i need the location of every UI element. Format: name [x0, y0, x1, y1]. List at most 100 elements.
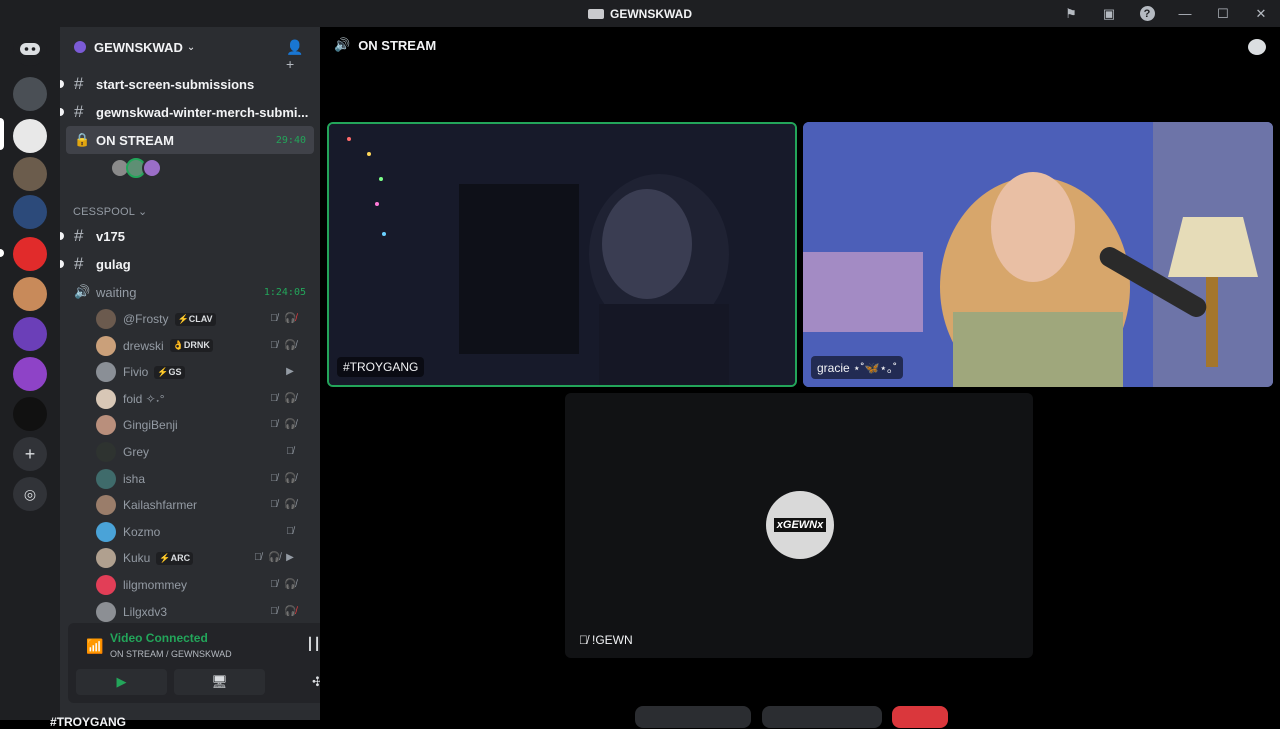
voice-user[interactable]: drewski 👌DRNK 🎙̸ 🎧̸ [96, 333, 310, 359]
avatar [96, 521, 116, 542]
window-title-text: GEWNSKWAD [610, 6, 692, 21]
camera-control[interactable] [635, 706, 751, 728]
voice-user-name: Kuku [123, 551, 151, 566]
channel-v175[interactable]: # v175 [60, 222, 314, 250]
avatar [96, 388, 116, 409]
category-cesspool[interactable]: CESSPOOL ⌄ [73, 205, 147, 218]
server-icon-4[interactable] [13, 195, 47, 229]
camera-button[interactable]: ▶ [76, 669, 167, 695]
guild-tag-badge: ⚡CLAV [174, 312, 216, 326]
avatar: xGEWNx [766, 491, 834, 559]
channel-waiting[interactable]: 🔊 waiting 1:24:05 [66, 278, 314, 306]
guild-logo-icon [588, 8, 604, 19]
deafen-icon: 🎧̸ [284, 339, 297, 351]
guild-header[interactable]: GEWNSKWAD ⌄ 👤+ [60, 27, 320, 72]
channel-on-stream[interactable]: 🔒 ON STREAM 29:40 [66, 126, 314, 154]
voice-user[interactable]: GingiBenji 🎙̸ 🎧̸ [96, 412, 310, 438]
voice-user[interactable]: isha 🎙̸ 🎧̸ [96, 466, 310, 492]
mic-off-icon: 🎙̸ [270, 605, 278, 617]
video-tile-gewn[interactable]: xGEWNx 🎙̸ !GEWN [565, 393, 1033, 658]
invite-icon[interactable]: 👤+ [286, 39, 303, 72]
voice-user-name: Fivio [123, 365, 149, 380]
video-icon: ▶ [286, 552, 294, 564]
mic-off-icon: 🎙̸ [270, 313, 278, 324]
channel-label: ON STREAM [96, 132, 174, 148]
voice-user[interactable]: foid ✧˖° 🎙̸ 🎧̸ [96, 386, 310, 412]
voice-user[interactable]: Kuku ⚡ARC 🎙̸ 🎧̸ ▶ [96, 545, 310, 571]
channel-sidebar: GEWNSKWAD ⌄ 👤+ # start-screen-submission… [50, 27, 372, 729]
voice-user-name: @Frosty [123, 312, 169, 326]
voice-user[interactable]: Kailashfarmer 🎙̸ 🎧̸ [96, 492, 310, 518]
user-name[interactable]: #TROYGANG [50, 715, 126, 729]
inbox-icon[interactable]: ▣ [1090, 0, 1128, 27]
voice-user-name: isha [123, 471, 146, 486]
avatar [96, 548, 116, 569]
unread-indicator [60, 260, 64, 268]
server-icon-mushroom[interactable] [13, 237, 47, 271]
mic-off-icon: 🎙̸ [270, 499, 278, 511]
voice-user[interactable]: @Frosty ⚡CLAV 🎙̸ 🎧̸ [96, 306, 310, 332]
category-label: CESSPOOL [73, 206, 135, 218]
discord-home-icon[interactable] [13, 32, 47, 66]
avatar-text: xGEWNx [773, 518, 827, 532]
channel-start-screen-submissions[interactable]: # start-screen-submissions [60, 70, 314, 98]
server-icon-7[interactable] [13, 317, 47, 351]
avatar [96, 415, 116, 436]
voice-user[interactable]: lilgmommey 🎙̸ 🎧̸ [96, 572, 310, 598]
server-icon-3[interactable] [13, 157, 47, 191]
channel-label: gulag [96, 256, 131, 272]
guild-tag-badge: ⚡ARC [156, 551, 194, 565]
server-icon-car[interactable] [13, 77, 47, 111]
voice-status[interactable]: Video Connected [110, 631, 208, 645]
video-feed [329, 124, 795, 385]
avatar [96, 335, 116, 356]
mic-off-icon: 🎙̸ [270, 419, 278, 431]
stage-header: 🔊 ON STREAM [334, 37, 436, 53]
flag-icon[interactable]: ⚑ [1052, 0, 1090, 27]
avatar [142, 158, 162, 178]
voice-user-name: Kailashfarmer [123, 498, 198, 513]
add-server-icon[interactable]: + [13, 437, 47, 471]
guild-name: GEWNSKWAD [94, 39, 183, 55]
voice-user[interactable]: Grey 🎙̸ [96, 439, 310, 465]
voice-user-name: Grey [123, 445, 150, 459]
video-feed [803, 122, 1273, 387]
channel-winter-merch[interactable]: # gewnskwad-winter-merch-submi... [60, 98, 314, 126]
server-icon-6[interactable] [13, 277, 47, 311]
channel-timer: 1:24:05 [263, 286, 306, 298]
tile-label: gracie ⋆˚🦋⋆｡˚ [811, 356, 903, 379]
avatar [96, 362, 116, 383]
server-icon-gewnskwad[interactable] [13, 119, 47, 153]
explore-icon[interactable]: ◎ [13, 477, 47, 511]
avatar [96, 309, 116, 329]
chat-icon[interactable] [1248, 39, 1266, 55]
maximize-button[interactable]: ☐ [1204, 0, 1242, 27]
avatar [96, 575, 116, 595]
video-tile-gracie[interactable]: gracie ⋆˚🦋⋆｡˚ [803, 122, 1273, 387]
title-bar: GEWNSKWAD ⚑ ▣ ? — ☐ ✕ [0, 0, 1280, 27]
voice-participants-avatars[interactable] [110, 158, 162, 178]
minimize-button[interactable]: — [1166, 0, 1204, 27]
channel-label: gewnskwad-winter-merch-submi... [96, 104, 309, 120]
guild-tag-badge: ⚡GS [154, 365, 185, 379]
screen-share-button[interactable]: 🖥 [174, 669, 265, 695]
voice-user[interactable]: Fivio ⚡GS ▶ [96, 359, 310, 385]
share-control[interactable] [762, 706, 882, 728]
video-tile-troygang[interactable]: #TROYGANG [327, 122, 797, 387]
guild-badge-icon [74, 41, 86, 53]
close-button[interactable]: ✕ [1242, 0, 1280, 27]
help-icon[interactable]: ? [1128, 0, 1166, 27]
lock-voice-icon: 🔒 [74, 132, 91, 147]
mic-off-icon: 🎙̸ [286, 525, 294, 537]
leave-call-button[interactable] [892, 706, 948, 728]
mic-off-icon: 🎙̸ [254, 552, 262, 564]
voice-user[interactable]: Lilgxdv3 🎙̸ 🎧̸ [96, 599, 310, 625]
voice-user-name: lilgmommey [123, 578, 188, 592]
deafen-icon: 🎧̸ [268, 552, 281, 564]
server-icon-9[interactable] [13, 397, 47, 431]
hash-icon: # [74, 226, 84, 245]
channel-gulag[interactable]: # gulag [60, 250, 314, 278]
chevron-down-icon: ⌄ [186, 41, 196, 53]
voice-user[interactable]: Kozmo 🎙̸ [96, 519, 310, 545]
server-icon-andii-skwad[interactable] [13, 357, 47, 391]
